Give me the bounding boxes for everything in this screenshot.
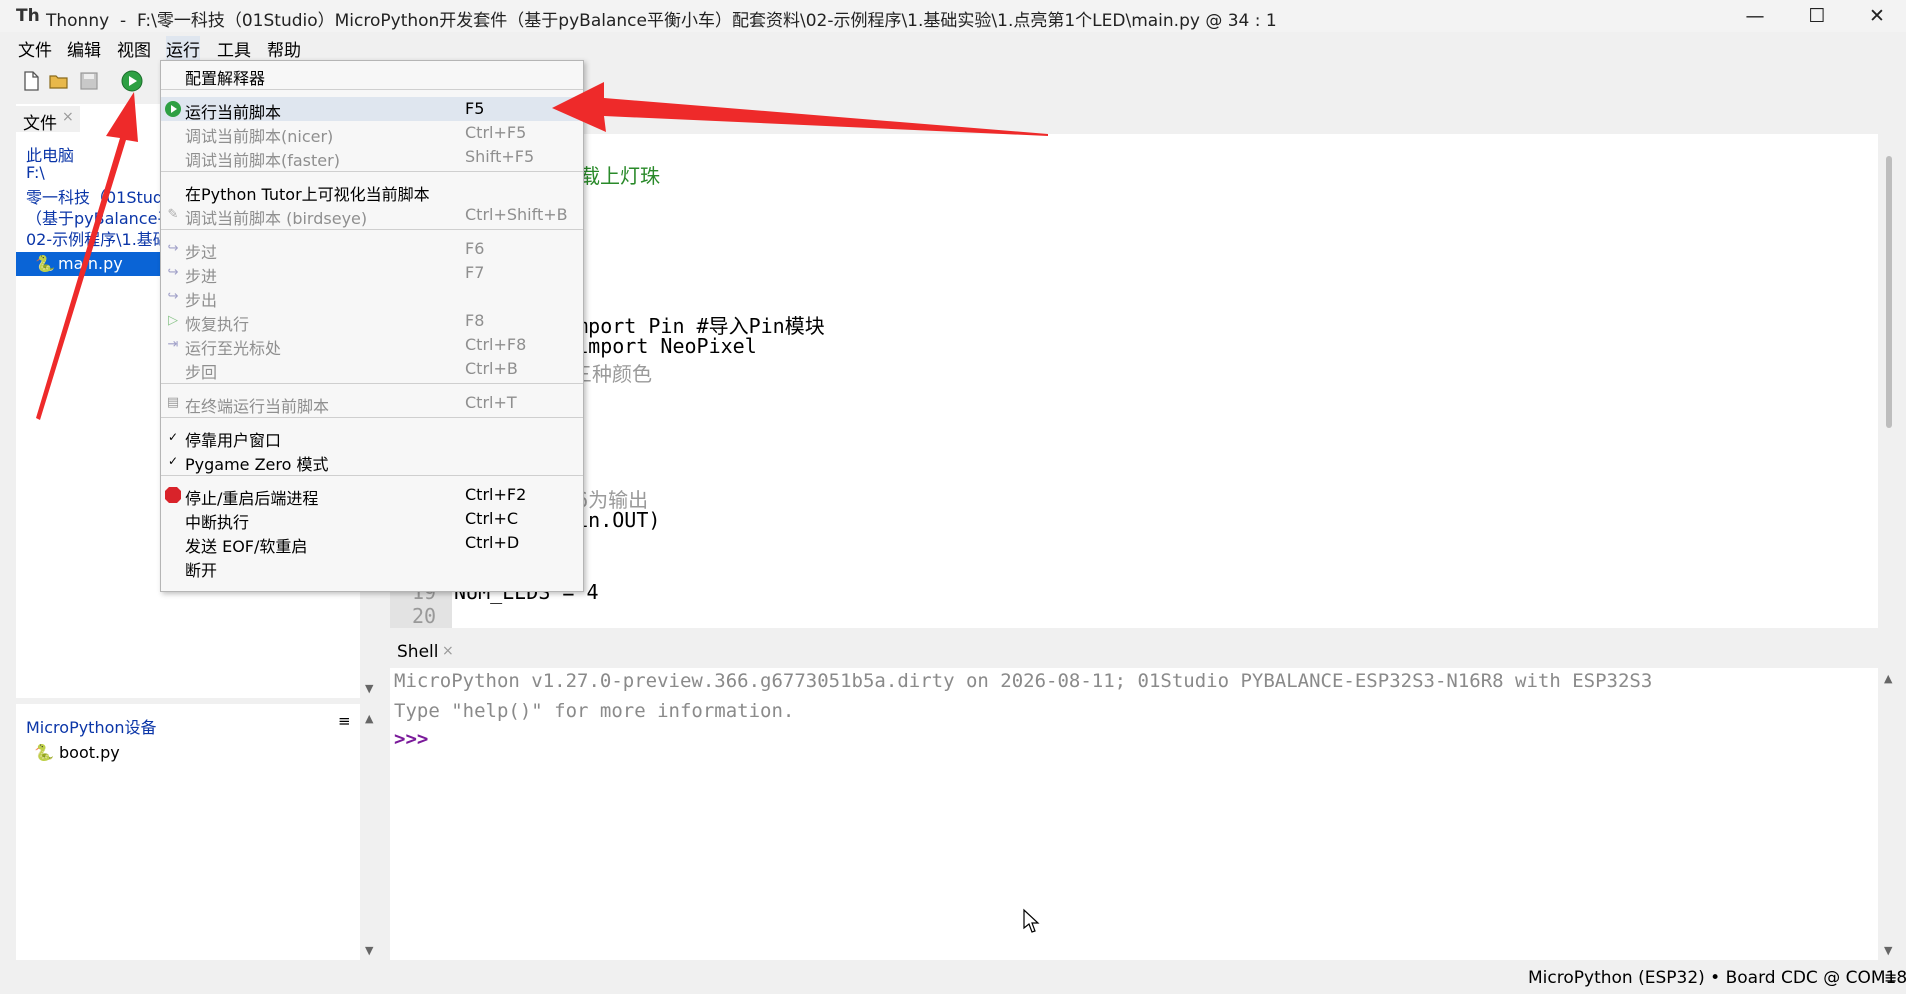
annotation-arrow-to-run-menu-item [552, 82, 1048, 136]
annotation-arrows [36, 82, 1048, 420]
annotation-arrow-to-run-button [36, 92, 138, 420]
